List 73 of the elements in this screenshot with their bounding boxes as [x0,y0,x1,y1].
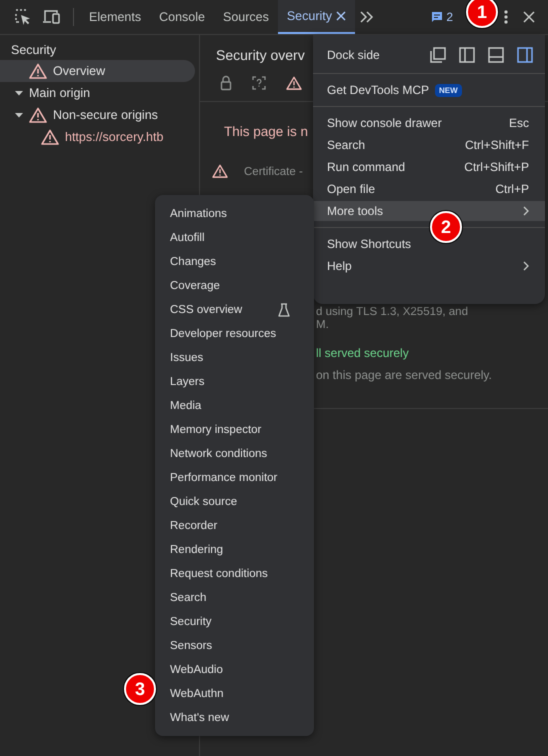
undock-icon[interactable] [430,47,446,63]
lock-icon[interactable] [220,75,232,91]
chevron-right-icon [523,206,529,216]
menu-item[interactable]: Search Ctrl+Shift+F [313,135,545,155]
connection-text: M. [316,319,329,332]
menu-item[interactable]: Media [163,394,314,418]
more-options-icon[interactable] [504,10,508,24]
menu-item[interactable]: Animations [163,202,314,226]
menu-item[interactable]: Get DevTools MCP NEW [313,80,545,100]
issues-counter[interactable]: 2 [431,10,453,24]
tab[interactable]: Security [278,0,355,34]
menu-item[interactable]: Layers [163,370,314,394]
unknown-icon[interactable] [252,76,266,90]
shortcut-text: Esc [508,116,529,130]
menu-item[interactable]: Search [163,586,314,610]
resources-title: ll served securely [316,345,409,361]
shortcut-text: Ctrl+Shift+F [464,138,529,152]
tree-item[interactable]: Main origin [0,82,195,104]
shortcut-text: Ctrl+P [495,182,529,196]
sidebar-heading: Security [10,42,58,59]
tab[interactable]: Elements [80,0,150,34]
menu-item[interactable]: Request conditions [163,562,314,586]
certificate-title: Certificate - [244,166,303,178]
close-icon[interactable] [523,11,535,23]
menu-item[interactable]: Developer resources [163,322,314,346]
warning-icon[interactable] [286,76,302,90]
tab[interactable]: Console [150,0,214,34]
connection-text: d using TLS 1.3, X25519, and [316,306,468,319]
double-chevron-icon[interactable] [360,11,374,23]
menu-item[interactable]: Autofill [163,226,314,250]
menu-item[interactable]: Show console drawer Esc [313,113,545,133]
menu-item[interactable]: Network conditions [163,442,314,466]
menu-item[interactable]: Sensors [163,634,314,658]
security-summary: This page is n [224,123,308,141]
menu-item[interactable]: Changes [163,250,314,274]
new-badge: NEW [435,84,462,96]
menu-item[interactable]: Run command Ctrl+Shift+P [313,157,545,177]
shortcut-text: Ctrl+Shift+P [464,160,529,174]
dock-left-icon[interactable] [459,47,475,63]
message-icon [431,11,444,23]
menu-item[interactable]: Issues [163,346,314,370]
step-marker: 3 [124,673,156,705]
menu-item[interactable]: Recorder [163,514,314,538]
dock-bottom-icon[interactable] [488,47,504,63]
menu-item[interactable]: Memory inspector [163,418,314,442]
menu-item[interactable]: Help [313,256,545,276]
dock-right-icon[interactable] [517,47,533,63]
menu-item[interactable]: Rendering [163,538,314,562]
select-element-icon[interactable] [14,8,32,26]
menu-item[interactable]: More tools [313,201,545,221]
menu-item[interactable]: Coverage [163,274,314,298]
resources-description: on this page are served securely. [316,367,492,383]
tree-item[interactable]: Non-secure origins [0,104,195,126]
panel-title: Security overv [216,46,305,65]
disclosure-triangle-icon [15,89,23,97]
tab[interactable]: Sources [214,0,278,34]
tree-item[interactable]: Overview [0,60,195,82]
warning-icon [212,164,228,178]
menu-item[interactable]: WebAuthn [163,682,314,706]
disclosure-triangle-icon [15,111,23,119]
close-icon[interactable] [336,11,346,21]
menu-item[interactable]: Quick source [163,490,314,514]
menu-item[interactable]: Security [163,610,314,634]
chevron-right-icon [523,261,529,271]
menu-item[interactable]: CSS overview [163,298,314,322]
menu-item[interactable]: Open file Ctrl+P [313,179,545,199]
step-marker: 1 [466,0,498,28]
menu-item[interactable]: WebAudio [163,658,314,682]
tree-item[interactable]: https://sorcery.htb [0,126,195,148]
menu-label: Dock side [327,48,380,62]
device-icon[interactable] [42,8,62,26]
menu-item[interactable]: Performance monitor [163,466,314,490]
menu-item[interactable]: What's new [163,706,314,730]
